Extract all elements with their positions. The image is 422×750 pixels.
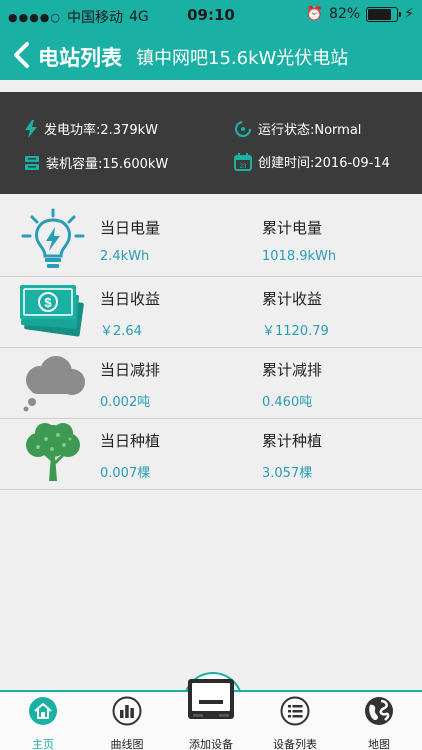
lightning-icon xyxy=(25,119,37,138)
emission-row: 当日减排 0.002吨 累计减排 0.460吨 xyxy=(0,348,422,419)
total-energy-value: 1018.9kWh xyxy=(262,249,337,264)
tab-map-label: 地图 xyxy=(368,738,390,750)
cloud-icon xyxy=(23,356,85,412)
power-info: 发电功率:2.379kW xyxy=(24,119,158,138)
created-info: 23 创建时间:2016-09-14 xyxy=(234,152,390,171)
today-income-value: ￥2.64 xyxy=(100,324,142,339)
power-text: 发电功率:2.379kW xyxy=(44,123,158,138)
total-income-label: 累计收益 xyxy=(262,290,323,308)
svg-text:$: $ xyxy=(44,295,52,310)
money-icon: $ xyxy=(20,285,84,337)
today-planting-label: 当日种植 xyxy=(100,432,161,450)
status-info: 运行状态:Normal xyxy=(234,119,361,138)
add-device-icon xyxy=(188,679,234,719)
today-income-label: 当日收益 xyxy=(100,290,161,308)
nav-bar: 电站列表 镇中网吧15.6kW光伏电站 xyxy=(0,30,422,80)
total-planting-label: 累计种植 xyxy=(262,432,323,450)
battery-icon xyxy=(366,6,402,22)
created-text: 创建时间:2016-09-14 xyxy=(258,156,390,171)
spacer xyxy=(0,80,422,92)
charging-icon: ⚡ xyxy=(404,6,414,22)
page-title[interactable]: 电站列表 xyxy=(38,42,122,72)
station-name: 镇中网吧15.6kW光伏电站 xyxy=(136,48,349,69)
lightbulb-icon xyxy=(21,208,85,268)
total-emission-label: 累计减排 xyxy=(262,361,323,379)
svg-text:23: 23 xyxy=(240,164,247,170)
back-icon[interactable] xyxy=(10,40,34,70)
bar-chart-icon xyxy=(112,696,142,726)
calendar-icon: 23 xyxy=(234,152,252,171)
tab-home[interactable]: 主页 xyxy=(1,692,85,750)
stats-list: 当日电量 2.4kWh 累计电量 1018.9kWh $ 当日收益 ￥2.64 … xyxy=(0,206,422,490)
total-income-value: ￥1120.79 xyxy=(262,324,329,339)
today-planting-value: 0.007棵 xyxy=(100,466,151,481)
tab-device-list[interactable]: 设备列表 xyxy=(253,692,337,750)
tree-icon xyxy=(26,423,80,481)
tab-chart[interactable]: 曲线图 xyxy=(85,692,169,750)
tab-chart-label: 曲线图 xyxy=(110,738,144,750)
tab-add-device[interactable]: 添加设备 xyxy=(169,679,253,750)
income-row: $ 当日收益 ￥2.64 累计收益 ￥1120.79 xyxy=(0,277,422,348)
tab-map[interactable]: 地图 xyxy=(337,692,421,750)
home-icon xyxy=(29,697,57,725)
tab-add-device-label: 添加设备 xyxy=(189,738,233,750)
today-emission-value: 0.002吨 xyxy=(100,395,151,410)
storage-icon xyxy=(25,155,39,170)
tab-bar: 主页 曲线图 添加设备 设备列表 地图 xyxy=(0,679,422,750)
status-bar: ●●●●○ 中国移动 4G 09:10 ⏰ 82% ⚡ xyxy=(0,0,422,30)
capacity-text: 装机容量:15.600kW xyxy=(46,157,169,172)
planting-row: 当日种植 0.007棵 累计种植 3.057棵 xyxy=(0,419,422,490)
status-gauge-icon xyxy=(234,120,252,137)
status-text: 运行状态:Normal xyxy=(258,123,362,138)
today-emission-label: 当日减排 xyxy=(100,361,161,379)
tab-home-label: 主页 xyxy=(32,738,54,750)
list-icon xyxy=(280,696,310,726)
battery-percent: 82% xyxy=(329,6,361,22)
tab-device-list-label: 设备列表 xyxy=(273,738,317,750)
station-info-panel: 发电功率:2.379kW 运行状态:Normal 装机容量:15.600kW 2… xyxy=(0,92,422,194)
alarm-icon: ⏰ xyxy=(305,6,324,22)
capacity-info: 装机容量:15.600kW xyxy=(24,153,168,172)
total-energy-label: 累计电量 xyxy=(262,219,323,237)
today-energy-label: 当日电量 xyxy=(100,219,161,237)
today-energy-value: 2.4kWh xyxy=(100,249,150,264)
total-emission-value: 0.460吨 xyxy=(262,395,313,410)
globe-icon xyxy=(365,697,393,725)
total-planting-value: 3.057棵 xyxy=(262,466,313,481)
energy-row: 当日电量 2.4kWh 累计电量 1018.9kWh xyxy=(0,206,422,277)
